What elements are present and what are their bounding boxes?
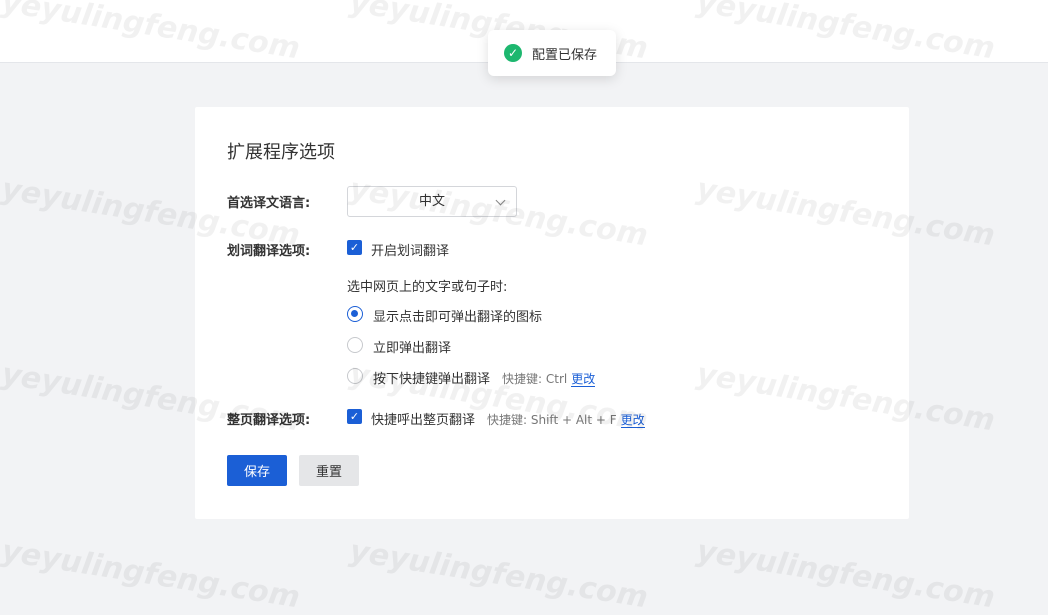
save-toast: ✓ 配置已保存 [488, 30, 616, 76]
word-translate-checkbox[interactable]: ✓ [347, 240, 362, 255]
page-translate-checkbox[interactable]: ✓ [347, 409, 362, 424]
chevron-down-icon [495, 195, 506, 206]
reset-button[interactable]: 重置 [299, 455, 359, 486]
radio-popup-immediately-label: 立即弹出翻译 [373, 341, 452, 356]
watermark-text: yeyulingfeng.com [347, 533, 651, 615]
word-translate-enable-label: 开启划词翻译 [371, 244, 450, 259]
page-hotkey-hint: 快捷键: Shift + Alt + F [487, 413, 617, 427]
page-translate-row: 快捷呼出整页翻译 快捷键: Shift + Alt + F 更改 [371, 409, 645, 428]
watermark-text: yeyulingfeng.com [0, 533, 303, 615]
check-circle-icon: ✓ [504, 44, 522, 62]
radio-show-icon[interactable] [347, 306, 363, 322]
watermark-text: yeyulingfeng.com [694, 533, 998, 615]
word-translate-label: 划词翻译选项: [227, 244, 311, 259]
radio-hotkey-popup-label: 按下快捷键弹出翻译 [373, 372, 491, 387]
toast-message: 配置已保存 [532, 47, 598, 63]
save-button[interactable]: 保存 [227, 455, 287, 486]
change-hotkey-link[interactable]: 更改 [571, 372, 596, 387]
language-select-value: 中文 [418, 194, 445, 209]
language-label: 首选译文语言: [227, 196, 311, 211]
change-page-hotkey-link[interactable]: 更改 [620, 413, 645, 428]
radio-show-icon-label: 显示点击即可弹出翻译的图标 [373, 310, 543, 325]
language-select[interactable]: 中文 [347, 186, 517, 217]
radio-popup-immediately[interactable] [347, 337, 363, 353]
options-card: 扩展程序选项 首选译文语言: 中文 划词翻译选项: ✓ 开启划词翻译 选中网页上… [195, 107, 909, 519]
radio-hotkey-popup[interactable] [347, 368, 363, 384]
page-translate-label: 整页翻译选项: [227, 413, 311, 428]
page-title: 扩展程序选项 [227, 142, 335, 163]
selection-prompt: 选中网页上的文字或句子时: [347, 280, 508, 295]
page-translate-enable-label: 快捷呼出整页翻译 [371, 413, 476, 428]
hotkey-hint: 快捷键: Ctrl [502, 372, 568, 386]
radio-hotkey-row: 按下快捷键弹出翻译 快捷键: Ctrl 更改 [373, 368, 596, 387]
